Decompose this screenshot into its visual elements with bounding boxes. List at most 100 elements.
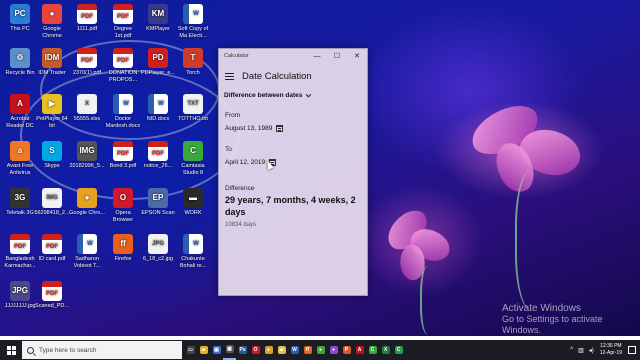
taskbar-button-excel[interactable]: X	[379, 340, 392, 360]
taskbar-search-box[interactable]: Type here to search	[22, 341, 182, 359]
taskbar-button-photoshop[interactable]: Ps	[236, 340, 249, 360]
desktop-icon[interactable]: PC This PC	[2, 4, 38, 33]
to-date-picker[interactable]: April 12, 2019	[225, 157, 367, 167]
desktop-icon[interactable]: PDF ID card.pdf	[34, 234, 70, 263]
desktop-icon[interactable]: C Camtasia Studio 8	[175, 141, 211, 176]
desktop-icon[interactable]: a Avast Free Antivirus	[2, 141, 38, 176]
desktop-icon[interactable]: KM KMPlayer	[140, 4, 176, 33]
pdf-file-icon: PDF	[77, 48, 97, 68]
taskbar-button-word[interactable]: W	[288, 340, 301, 360]
desktop-icon[interactable]: ff Firefox	[105, 234, 141, 263]
desktop-icon[interactable]: W Chakunte Bohali re...	[175, 234, 211, 269]
app-icon: JPG	[10, 281, 30, 301]
desktop-icon[interactable]: TXT TOTTHO.txt	[175, 94, 211, 123]
volume-icon[interactable]: ◂)	[589, 347, 594, 354]
pdf-file-icon: PDF	[113, 141, 133, 161]
desktop-icon[interactable]: ♲ Recycle Bin	[2, 48, 38, 77]
taskbar-button-camtasia[interactable]: C	[366, 340, 379, 360]
desktop-icon[interactable]: JPG 6_18_c2.jpg	[140, 234, 176, 263]
calculator-titlebar[interactable]: Calculator — ☐ ✕	[219, 49, 367, 63]
hamburger-menu-icon[interactable]	[225, 71, 234, 82]
camtasia-icon: C	[368, 346, 377, 354]
start-button[interactable]	[0, 340, 22, 360]
chrome-icon: ●	[264, 346, 273, 354]
desktop-icon[interactable]: PDF Scaned_PD...	[34, 281, 70, 310]
desktop-icon[interactable]: ● Google Chrome	[34, 4, 70, 39]
desktop-icon[interactable]: S Skype	[34, 141, 70, 170]
taskbar-clock[interactable]: 12:36 PM 12-Apr-19	[600, 343, 622, 357]
network-icon[interactable]: ▥	[578, 347, 584, 354]
taskbar-button-firefox[interactable]: ff	[301, 340, 314, 360]
app-icon: EP	[148, 188, 168, 208]
desktop-icon[interactable]: PDF Bond 3.pdf	[105, 141, 141, 170]
desktop-icon[interactable]: W Soft Copy of Ma Electi...	[175, 4, 211, 39]
difference-result: 29 years, 7 months, 4 weeks, 2 days	[225, 195, 356, 217]
desktop-icon[interactable]: 3G Teletalk 3G	[2, 188, 38, 217]
desktop-icon[interactable]: PDF Degree 1st.pdf	[105, 4, 141, 39]
minimize-button[interactable]: —	[307, 49, 327, 63]
activation-watermark: Activate Windows Go to Settings to activ…	[502, 303, 640, 336]
desktop-icon[interactable]: IMG 20182996_5...	[69, 141, 105, 170]
word-file-icon: W	[183, 4, 203, 24]
clock-time: 12:36 PM	[600, 343, 622, 349]
desktop-icon[interactable]: W Sadharon Vobisot T...	[69, 234, 105, 269]
taskbar-button-store[interactable]: ▣	[210, 340, 223, 360]
taskbar-button-powerpoint[interactable]: P	[340, 340, 353, 360]
desktop-icon[interactable]: A Acrobat Reader DC	[2, 94, 38, 129]
chevron-down-icon	[305, 91, 312, 97]
store-icon: ▣	[212, 346, 221, 354]
app-icon: a	[10, 141, 30, 161]
desktop-icon[interactable]: O Opera Browser	[105, 188, 141, 223]
action-center-icon[interactable]	[628, 346, 636, 354]
desktop-icon-label: PDPlayer_e...	[141, 70, 175, 76]
taskbar-button-camtasia2[interactable]: C	[392, 340, 405, 360]
desktop-icon[interactable]: W Doctor Mardesh.docx	[105, 94, 141, 129]
desktop-icon[interactable]: X 55555.xlsx	[69, 94, 105, 123]
desktop-icon[interactable]: ▬ WORK	[175, 188, 211, 217]
desktop-icon[interactable]: ▶ PotPlayer 64 bit	[34, 94, 70, 129]
close-button[interactable]: ✕	[347, 49, 367, 63]
desktop-icon[interactable]: T Torch	[175, 48, 211, 77]
desktop-icon[interactable]: ● Google Chro...	[69, 188, 105, 217]
taskbar-button-app[interactable]: ●	[327, 340, 340, 360]
desktop-icon[interactable]: PDF notice_26...	[140, 141, 176, 170]
desktop-icon-label: Sadharon Vobisot T...	[73, 256, 101, 269]
maximize-button[interactable]: ☐	[327, 49, 347, 63]
app-icon: IMG	[77, 141, 97, 161]
taskbar-button-calculator[interactable]: ▦	[223, 340, 236, 360]
to-label: To	[225, 146, 232, 153]
app-icon: 3G	[10, 188, 30, 208]
window-controls: — ☐ ✕	[307, 49, 367, 63]
calculator-header: Date Calculation	[219, 63, 367, 85]
desktop-icon[interactable]: W NID.docx	[140, 94, 176, 123]
app-icon: KM	[148, 4, 168, 24]
taskbar-button-opera[interactable]: O	[249, 340, 262, 360]
desktop-icon-label: 2370(1).pdf	[72, 70, 102, 76]
windows-logo-icon	[6, 345, 16, 355]
desktop-icon[interactable]: PDF 1111.pdf	[69, 4, 105, 33]
app-icon: T	[183, 48, 203, 68]
taskbar-button-chrome[interactable]: ●	[262, 340, 275, 360]
app-icon: PC	[10, 4, 30, 24]
taskbar-button-explorer[interactable]: ▰	[197, 340, 210, 360]
desktop-icon[interactable]: PDF Bangladesh Karmachar...	[2, 234, 38, 269]
desktop-icon[interactable]: EP EPSON Scan	[140, 188, 176, 217]
taskbar-button-chrome2[interactable]: ●	[314, 340, 327, 360]
mode-dropdown[interactable]: Difference between dates	[224, 91, 367, 99]
app-icon: A	[10, 94, 30, 114]
desktop-icon[interactable]: PDF 2370(1).pdf	[69, 48, 105, 77]
desktop-icon[interactable]: IDM IDM Trader	[34, 48, 70, 77]
taskbar-button-folder[interactable]: ▰	[275, 340, 288, 360]
tray-overflow-icon[interactable]: ^	[570, 347, 573, 353]
desktop-icon[interactable]: IMG 56298418_2...	[34, 188, 70, 217]
calculator-window[interactable]: Calculator — ☐ ✕ Date Calculation Differ…	[218, 48, 368, 296]
desktop-icon-label: EPSON Scan	[141, 210, 175, 216]
pdf-file-icon: PDF	[42, 234, 62, 254]
desktop-icon-label: TOTTHO.txt	[178, 116, 208, 122]
from-date-picker[interactable]: August 13, 1989	[225, 123, 367, 133]
taskbar-button-acrobat[interactable]: A	[353, 340, 366, 360]
desktop-icon[interactable]: JPG JJJJJJJJ.jpg	[2, 281, 38, 310]
desktop-icon[interactable]: PDF DONATION PROPOS...	[105, 48, 141, 83]
taskbar-button-task-view[interactable]: ▭	[184, 340, 197, 360]
desktop-icon[interactable]: PD PDPlayer_e...	[140, 48, 176, 77]
